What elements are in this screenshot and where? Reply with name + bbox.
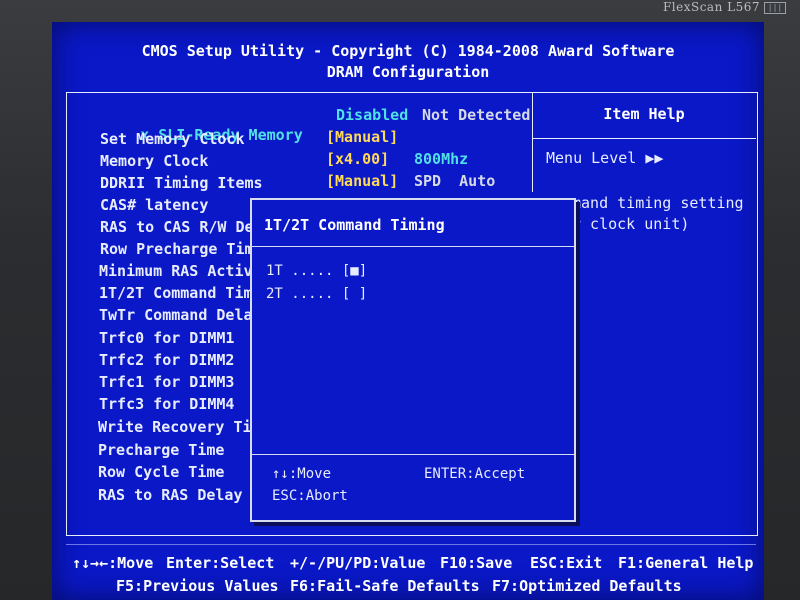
setting-row-write-recovery[interactable]: Write Recovery Ti <box>98 418 252 436</box>
footer-key-previous: F5:Previous Values <box>116 577 279 595</box>
help-text-2: r clock unit) <box>572 215 690 233</box>
setting-value-ddrii-timing[interactable]: [Manual] <box>326 172 398 190</box>
monitor-brand: FlexScan L567 <box>662 0 760 14</box>
menu-level: Menu Level ▶▶ <box>546 149 664 167</box>
footer-key-failsafe: F6:Fail-Safe Defaults <box>290 577 480 595</box>
footer-key-optimized: F7:Optimized Defaults <box>492 577 682 595</box>
footer-key-help: F1:General Help <box>618 554 754 572</box>
setting-extra-sli: Not Detected <box>422 106 531 124</box>
help-text-1: mand timing setting <box>572 194 744 212</box>
setting-row-cas-latency[interactable]: CAS# latency <box>100 196 208 214</box>
dialog-footer-divider <box>252 454 574 455</box>
footer-key-save: F10:Save <box>440 554 513 572</box>
setting-value-sli: Disabled <box>336 106 409 124</box>
setting-value-memory-clock[interactable]: [x4.00] <box>326 150 389 168</box>
setting-row-ras-to-cas[interactable]: RAS to CAS R/W De <box>100 218 254 236</box>
setting-extra-memory-clock: 800Mhz <box>414 150 469 168</box>
setting-extra-ddrii-timing: SPD Auto <box>414 172 496 190</box>
setting-row-trfc3[interactable]: Trfc3 for DIMM4 <box>99 395 234 413</box>
setting-row-row-cycle[interactable]: Row Cycle Time <box>98 463 224 481</box>
monitor-bezel: FlexScan L567 ||| CMOS Setup Utility - C… <box>0 0 800 600</box>
bios-title: CMOS Setup Utility - Copyright (C) 1984-… <box>141 42 675 60</box>
setting-row-trfc1[interactable]: Trfc1 for DIMM3 <box>99 373 234 391</box>
setting-row-trfc2[interactable]: Trfc2 for DIMM2 <box>99 351 234 369</box>
help-title-divider <box>532 138 756 139</box>
hint-abort: ESC:Abort <box>272 488 348 504</box>
option-2t[interactable]: 2T ..... [ ] <box>266 286 367 302</box>
page-title: DRAM Configuration <box>326 63 490 81</box>
footer-divider <box>66 544 756 545</box>
setting-row-memory-clock[interactable]: Memory Clock <box>100 152 208 170</box>
setting-row-set-memory-clock[interactable]: Set Memory Clock <box>100 130 245 148</box>
command-timing-dialog: 1T/2T Command Timing 1T ..... [■] 2T ...… <box>250 198 576 522</box>
dialog-title: 1T/2T Command Timing <box>264 216 445 234</box>
setting-row-precharge-time[interactable]: Precharge Time <box>98 441 224 459</box>
setting-row-ddrii-timing[interactable]: DDRII Timing Items <box>100 174 263 192</box>
footer-key-move: ↑↓→←:Move <box>72 554 154 572</box>
monitor-badge-icon: ||| <box>764 2 786 14</box>
setting-row-trfc0[interactable]: Trfc0 for DIMM1 <box>99 329 234 347</box>
setting-row-ras-to-ras[interactable]: RAS to RAS Delay <box>98 486 243 504</box>
hint-accept: ENTER:Accept <box>424 466 526 482</box>
setting-row-1t2t-command[interactable]: 1T/2T Command Tim <box>99 284 253 302</box>
bios-screen: CMOS Setup Utility - Copyright (C) 1984-… <box>52 22 764 600</box>
footer-key-select: Enter:Select <box>166 554 275 572</box>
dialog-title-divider <box>252 246 574 247</box>
setting-value-set-memory-clock[interactable]: [Manual] <box>326 128 398 146</box>
item-help-title: Item Help <box>603 105 685 123</box>
footer-key-value: +/-/PU/PD:Value <box>290 554 426 572</box>
hint-move: ↑↓:Move <box>272 466 332 482</box>
footer-key-exit: ESC:Exit <box>530 554 603 572</box>
setting-row-minimum-ras[interactable]: Minimum RAS Activ <box>99 262 253 280</box>
setting-row-row-precharge[interactable]: Row Precharge Tim <box>100 240 254 258</box>
option-1t[interactable]: 1T ..... [■] <box>266 263 367 279</box>
setting-row-twtr-command[interactable]: TwTr Command Dela <box>99 306 253 324</box>
